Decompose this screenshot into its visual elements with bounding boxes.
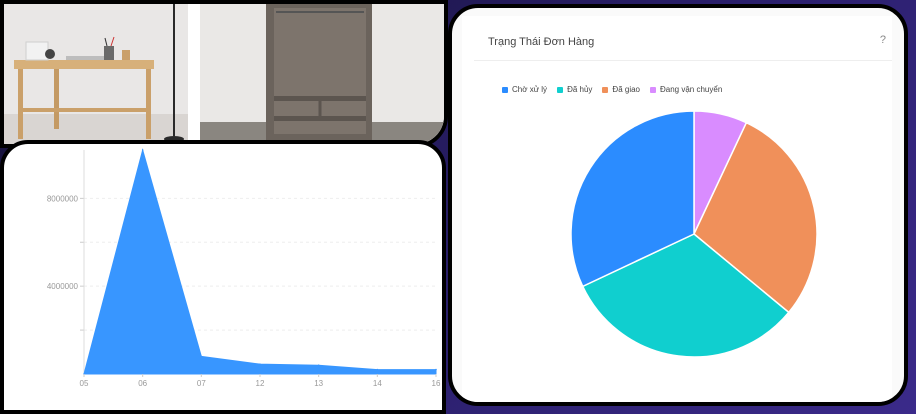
desk-book-object xyxy=(66,56,106,60)
data-point[interactable] xyxy=(317,364,320,367)
data-point[interactable] xyxy=(141,149,144,151)
x-tick-label: 14 xyxy=(373,379,382,388)
pie-chart xyxy=(570,110,818,358)
desk-cup-object xyxy=(122,50,130,60)
x-tick-label: 05 xyxy=(80,379,89,388)
product-photos xyxy=(4,4,444,144)
desk-leg-back xyxy=(54,69,59,129)
desk-leg-left xyxy=(18,69,23,139)
data-point[interactable] xyxy=(435,368,437,371)
x-tick-label: 06 xyxy=(138,379,147,388)
desk-leg-right xyxy=(146,69,151,139)
data-point[interactable] xyxy=(376,368,379,371)
order-status-card: Trạng Thái Đơn Hàng ? Chờ xử lý Đã hủy Đ… xyxy=(462,16,892,402)
x-tick-label: 07 xyxy=(197,379,206,388)
pen-holder-object xyxy=(104,46,114,60)
desk-clock-object xyxy=(45,49,55,59)
area-chart: 4000000 8000000 05 06 07 12 13 14 16 xyxy=(47,148,441,388)
data-point[interactable] xyxy=(200,355,203,358)
desk-top xyxy=(14,60,154,69)
desk-frame-object xyxy=(25,41,49,61)
wardrobe-shelf-lower xyxy=(274,116,366,121)
data-point[interactable] xyxy=(259,363,261,365)
y-tick-label: 8000000 xyxy=(47,194,79,203)
revenue-area-panel: 4000000 8000000 05 06 07 12 13 14 16 xyxy=(0,140,446,414)
desk-rail xyxy=(21,108,151,112)
order-status-panel: Trạng Thái Đơn Hàng ? Chờ xử lý Đã hủy Đ… xyxy=(448,4,908,406)
x-tick-label: 12 xyxy=(256,379,265,388)
product-photo-panel xyxy=(0,0,448,148)
x-tick-label: 13 xyxy=(314,379,323,388)
area-series xyxy=(83,148,437,375)
wardrobe-shelf-upper xyxy=(274,96,366,101)
x-tick-label: 16 xyxy=(432,379,441,388)
y-tick-label: 4000000 xyxy=(47,282,79,291)
